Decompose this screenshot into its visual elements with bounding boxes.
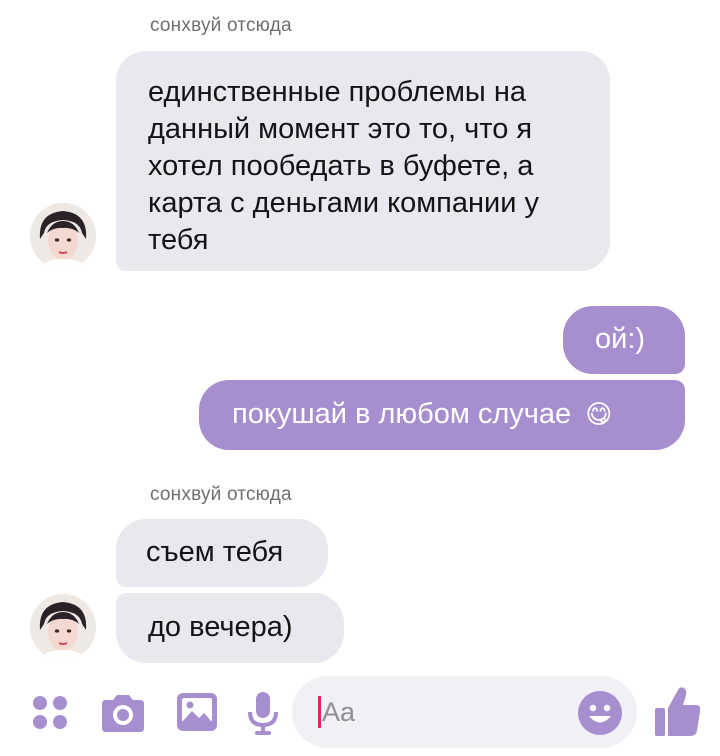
- message-bubble-incoming[interactable]: до вечера): [116, 593, 344, 663]
- emoji-icon[interactable]: [576, 689, 624, 737]
- message-text: единственные проблемы на данный момент э…: [148, 76, 539, 256]
- apps-icon[interactable]: [30, 692, 70, 732]
- text-caret: [318, 696, 321, 728]
- avatar-photo: [30, 203, 96, 269]
- gallery-icon[interactable]: [174, 690, 220, 734]
- avatar[interactable]: [30, 203, 96, 269]
- message-text: ой:): [595, 323, 646, 355]
- avatar[interactable]: [30, 594, 96, 660]
- message-text: до вечера): [148, 611, 293, 643]
- microphone-icon[interactable]: [246, 690, 280, 736]
- emoji: 😋: [585, 399, 613, 429]
- camera-icon[interactable]: [98, 692, 148, 734]
- message-text: покушай в любом случае: [232, 398, 572, 430]
- message-text: съем тебя: [146, 536, 284, 568]
- message-bubble-outgoing[interactable]: покушай в любом случае 😋: [199, 380, 685, 450]
- message-bubble-incoming[interactable]: единственные проблемы на данный момент э…: [116, 51, 610, 271]
- sender-name: сонхвуй отсюда: [150, 484, 292, 505]
- avatar-photo: [30, 594, 96, 660]
- message-input-placeholder: Aa: [322, 697, 356, 727]
- message-bubble-outgoing[interactable]: ой:): [563, 306, 685, 374]
- sender-name: сонхвуй отсюда: [150, 15, 292, 36]
- message-bubble-incoming[interactable]: съем тебя: [116, 519, 328, 587]
- thumbs-up-icon[interactable]: [652, 684, 702, 738]
